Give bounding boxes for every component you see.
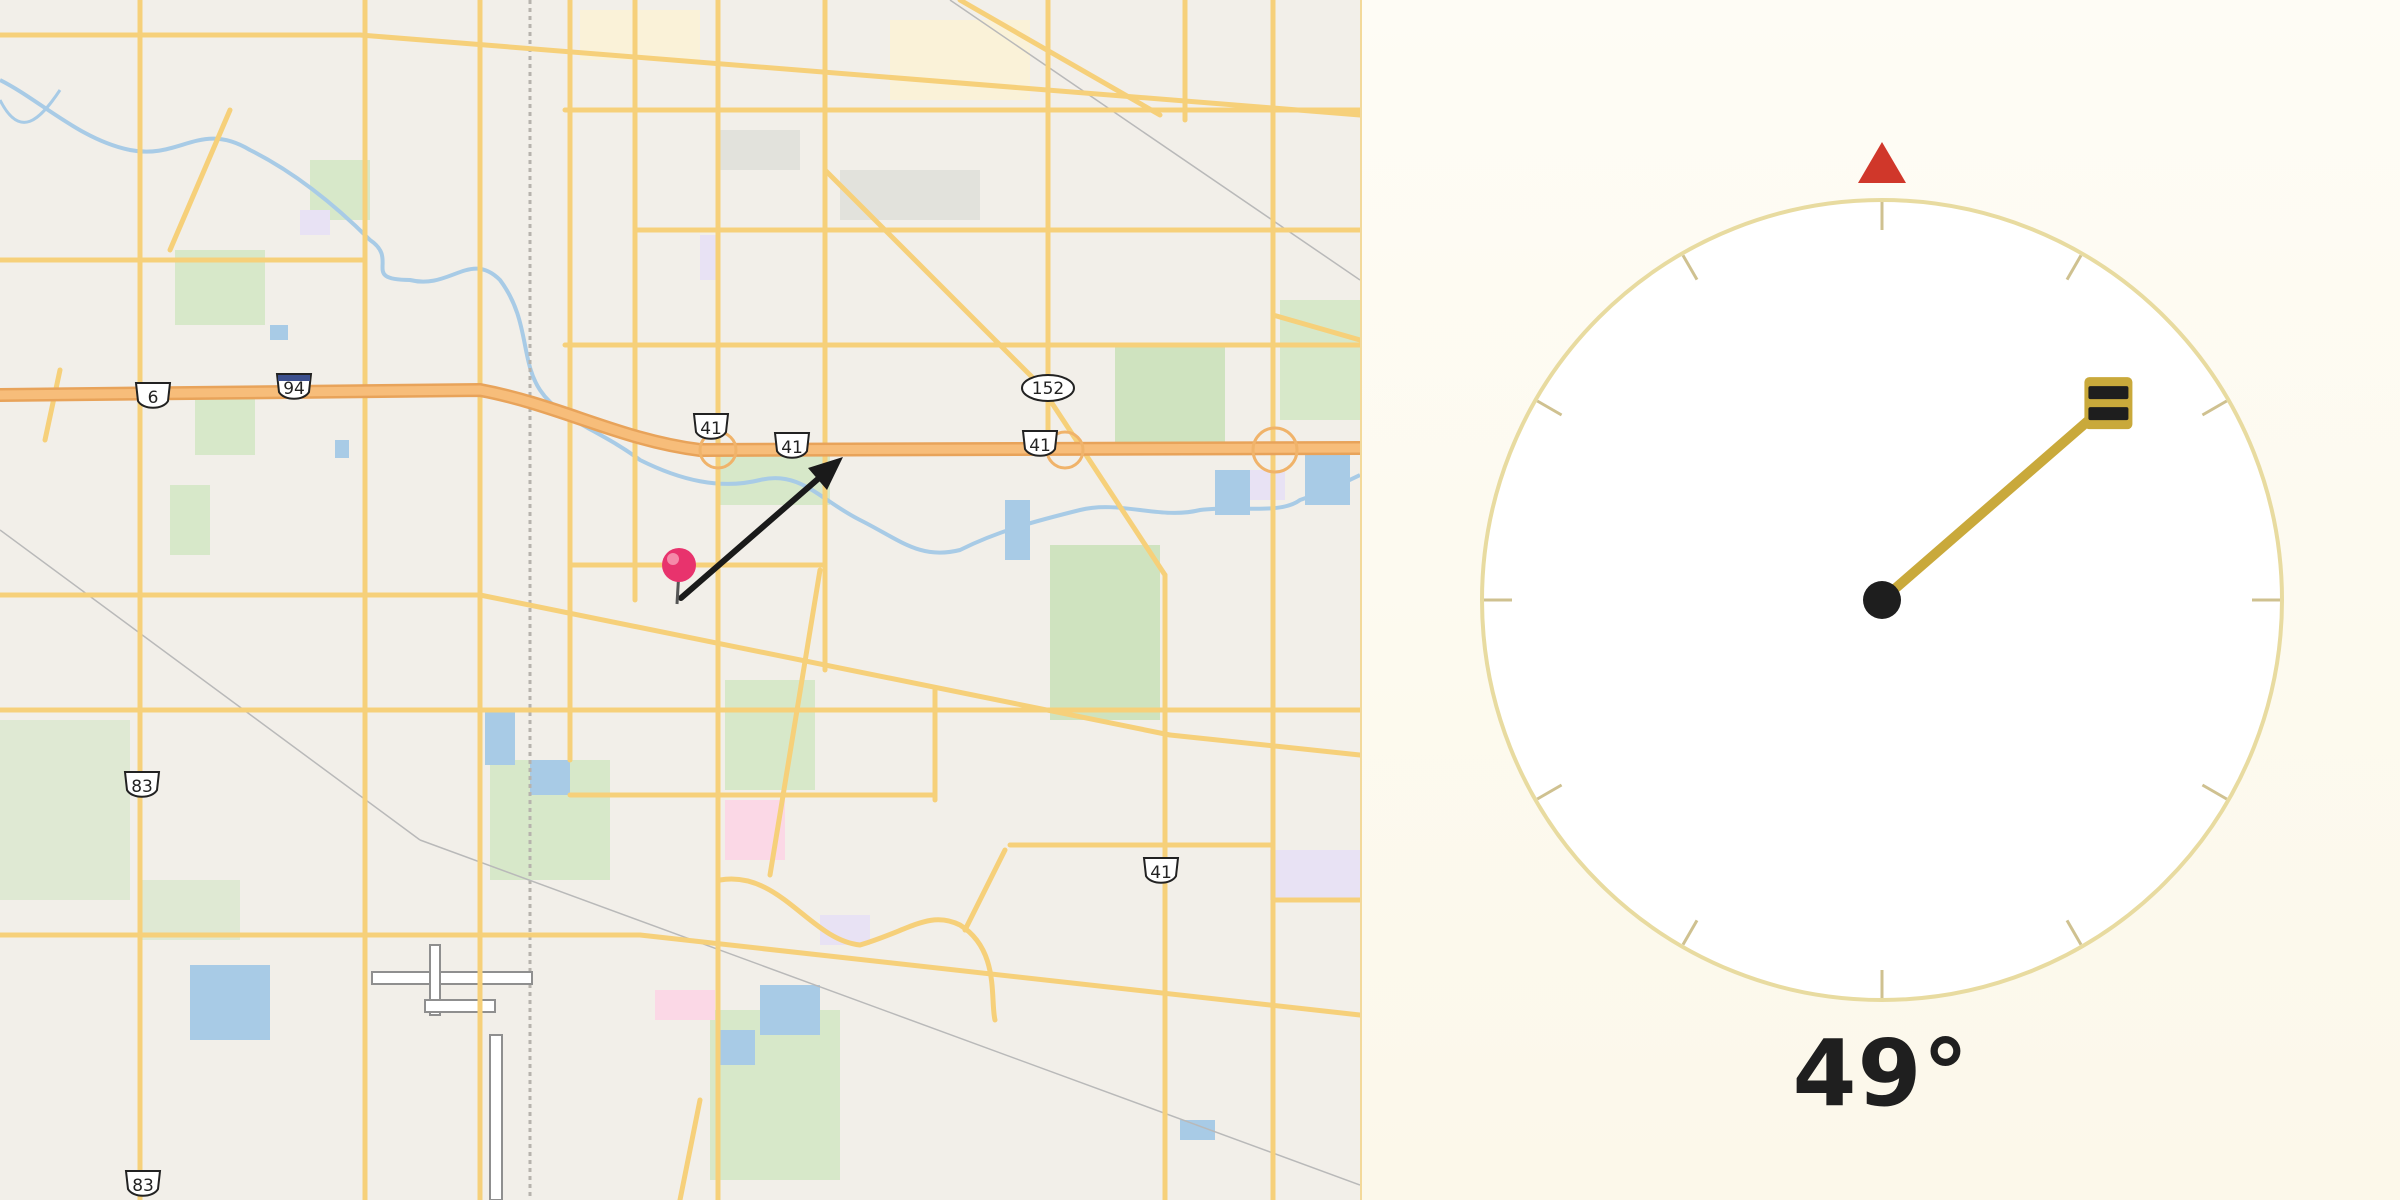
svg-text:83: 83: [132, 1176, 154, 1196]
route-shield-us-41-center: 41: [773, 432, 811, 459]
route-shields: 6 94 41 41 152 41 83 41 83: [123, 373, 1180, 1197]
svg-text:6: 6: [148, 388, 159, 408]
compass-pivot: [1863, 581, 1901, 619]
svg-text:41: 41: [1150, 863, 1172, 883]
svg-text:41: 41: [700, 419, 722, 439]
map-view[interactable]: 6 94 41 41 152 41 83 41 83: [0, 0, 1360, 1200]
route-shield-interstate-94: 94: [275, 373, 313, 400]
svg-text:83: 83: [131, 777, 153, 797]
svg-text:94: 94: [283, 379, 305, 399]
route-shield-us-83-south: 83: [124, 1170, 162, 1197]
north-marker-icon: [1858, 142, 1906, 183]
map-canvas[interactable]: 6 94 41 41 152 41 83 41 83: [0, 0, 1360, 1200]
svg-text:41: 41: [781, 438, 803, 458]
route-shield-state-152: 152: [1021, 374, 1075, 402]
heading-readout: 49°: [1792, 1020, 1970, 1127]
svg-text:41: 41: [1029, 436, 1051, 456]
route-shield-us-41-south: 41: [1142, 857, 1180, 884]
route-shield-us-41-west: 41: [692, 413, 730, 440]
airport-runways: [371, 944, 533, 1200]
pushpin-icon[interactable]: [662, 548, 696, 605]
svg-text:152: 152: [1032, 379, 1064, 399]
route-shield-us-83-north: 83: [123, 771, 161, 798]
route-shield-us-6: 6: [134, 382, 172, 409]
route-shield-us-41-east: 41: [1021, 430, 1059, 457]
compass-panel: 49°: [1362, 0, 2400, 1200]
needle-handle[interactable]: [2084, 377, 2133, 430]
